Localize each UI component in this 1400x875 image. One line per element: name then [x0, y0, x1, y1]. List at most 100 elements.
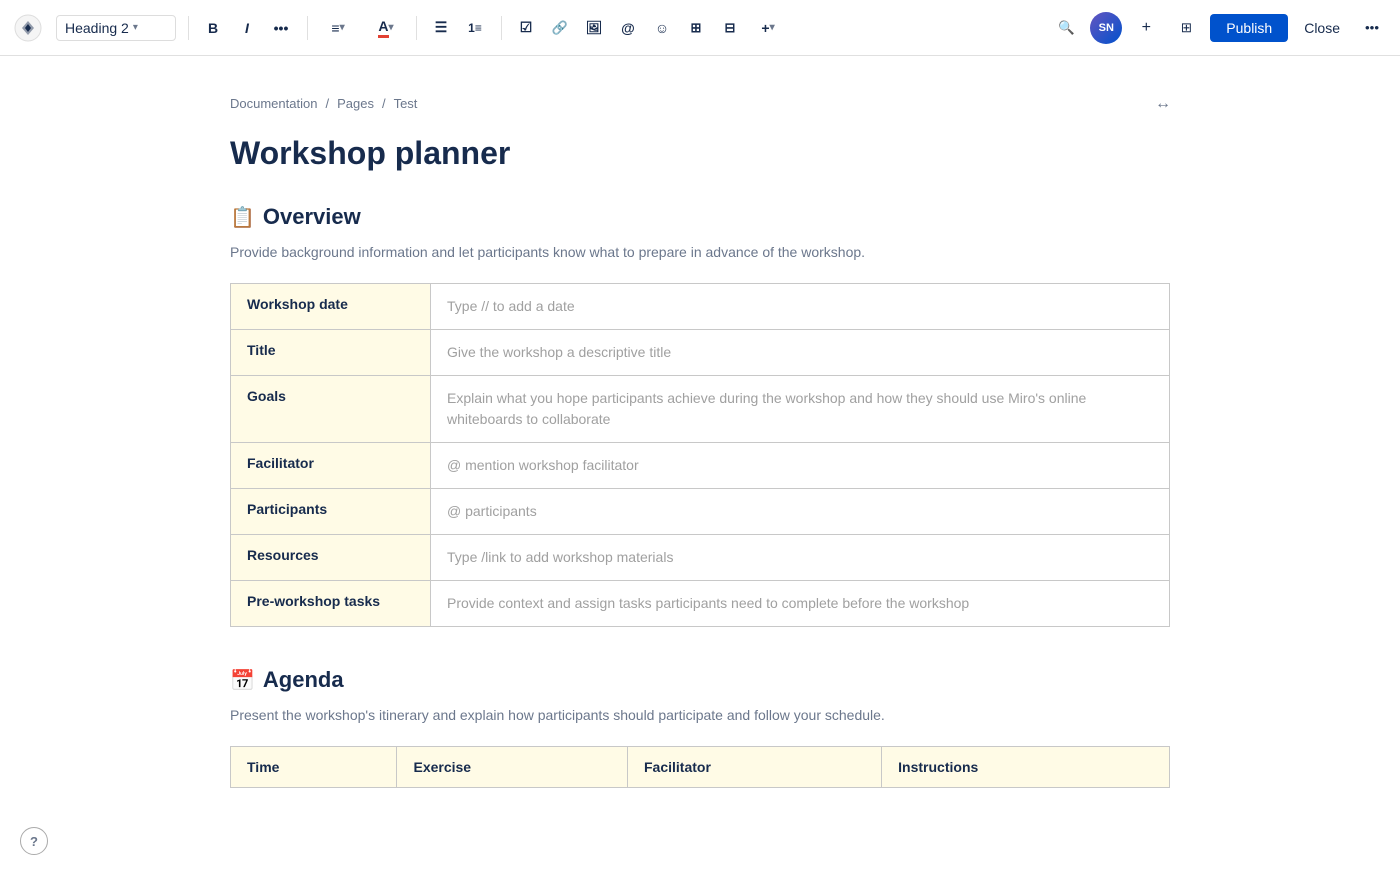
text-format-group: B I •••	[197, 12, 297, 44]
agenda-table: Time Exercise Facilitator Instructions	[230, 746, 1170, 788]
task-icon: ☑	[520, 19, 533, 36]
columns-icon: ⊟	[725, 20, 736, 36]
agenda-col-exercise: Exercise	[397, 747, 628, 788]
app-logo	[12, 12, 44, 44]
breadcrumb-sep-2: /	[382, 96, 386, 111]
table-row: Resources Type /link to add workshop mat…	[231, 535, 1170, 581]
heading-style-dropdown[interactable]: Heading 2 ▾	[56, 15, 176, 41]
table-value-preworkshop[interactable]: Provide context and assign tasks partici…	[431, 581, 1170, 627]
table-row: Workshop date Type // to add a date	[231, 284, 1170, 330]
italic-icon: I	[245, 20, 249, 36]
task-button[interactable]: ☑	[510, 12, 542, 44]
mention-icon: @	[621, 20, 635, 36]
avatar[interactable]: SN	[1090, 12, 1122, 44]
close-button[interactable]: Close	[1296, 14, 1348, 42]
insert-group: ☑ 🔗 🖼 @ ☺ ⊞ ⊟ + ▾	[510, 12, 788, 44]
add-person-icon: +	[1142, 19, 1151, 37]
agenda-table-header-row: Time Exercise Facilitator Instructions	[231, 747, 1170, 788]
image-icon: 🖼	[586, 20, 603, 36]
template-button[interactable]: ⊞	[1170, 12, 1202, 44]
page-content: Documentation / Pages / Test ↔ Workshop …	[150, 56, 1250, 868]
plus-icon: +	[761, 20, 769, 36]
numbered-list-icon: 1≡	[468, 21, 482, 35]
bullet-list-icon: ☰	[435, 19, 448, 36]
table-value-resources[interactable]: Type /link to add workshop materials	[431, 535, 1170, 581]
agenda-col-instructions: Instructions	[882, 747, 1170, 788]
toolbar-divider-3	[416, 16, 417, 40]
link-button[interactable]: 🔗	[544, 12, 576, 44]
chevron-down-icon: ▾	[133, 22, 138, 33]
expand-width-icon[interactable]: ↔	[1155, 95, 1170, 113]
more-format-icon: •••	[274, 20, 289, 36]
template-icon: ⊞	[1181, 20, 1192, 36]
table-label-participants: Participants	[231, 489, 431, 535]
search-icon: 🔍	[1058, 20, 1075, 36]
toolbar-right: 🔍 SN + ⊞ Publish Close •••	[1050, 12, 1388, 44]
toolbar-divider-4	[501, 16, 502, 40]
table-icon: ⊞	[691, 20, 702, 36]
table-value-participants[interactable]: @ participants	[431, 489, 1170, 535]
breadcrumb-documentation[interactable]: Documentation	[230, 96, 317, 111]
overview-description: Provide background information and let p…	[230, 242, 1170, 263]
table-label-workshop-date: Workshop date	[231, 284, 431, 330]
help-button[interactable]: ?	[20, 827, 48, 855]
align-icon: ≡	[331, 20, 339, 36]
link-icon: 🔗	[552, 20, 568, 36]
page-title[interactable]: Workshop planner	[230, 135, 1170, 172]
columns-button[interactable]: ⊟	[714, 12, 746, 44]
table-value-facilitator[interactable]: @ mention workshop facilitator	[431, 443, 1170, 489]
insert-more-button[interactable]: + ▾	[748, 12, 788, 44]
table-row: Pre-workshop tasks Provide context and a…	[231, 581, 1170, 627]
table-row: Title Give the workshop a descriptive ti…	[231, 330, 1170, 376]
agenda-description: Present the workshop's itinerary and exp…	[230, 705, 1170, 726]
image-button[interactable]: 🖼	[578, 12, 610, 44]
search-button[interactable]: 🔍	[1050, 12, 1082, 44]
heading-dropdown-label: Heading 2	[65, 20, 129, 36]
overview-icon: 📋	[230, 205, 255, 230]
extra-options-button[interactable]: •••	[1356, 12, 1388, 44]
table-label-goals: Goals	[231, 376, 431, 443]
toolbar: Heading 2 ▾ B I ••• ≡ ▾ A ▾ ☰ 1≡	[0, 0, 1400, 56]
emoji-icon: ☺	[655, 20, 669, 36]
align-button[interactable]: ≡ ▾	[316, 12, 360, 44]
italic-button[interactable]: I	[231, 12, 263, 44]
align-chevron-icon: ▾	[340, 22, 345, 33]
numbered-list-button[interactable]: 1≡	[459, 12, 491, 44]
table-value-workshop-date[interactable]: Type // to add a date	[431, 284, 1170, 330]
table-button[interactable]: ⊞	[680, 12, 712, 44]
toolbar-divider-2	[307, 16, 308, 40]
agenda-heading: 📅 Agenda	[230, 667, 1170, 693]
breadcrumb-test[interactable]: Test	[394, 96, 418, 111]
table-label-title: Title	[231, 330, 431, 376]
publish-button[interactable]: Publish	[1210, 14, 1288, 42]
color-text-icon: A	[378, 18, 388, 38]
more-dots-icon: •••	[1365, 20, 1379, 35]
list-group: ☰ 1≡	[425, 12, 491, 44]
bullet-list-button[interactable]: ☰	[425, 12, 457, 44]
breadcrumb: Documentation / Pages / Test ↔	[230, 96, 1170, 111]
bold-button[interactable]: B	[197, 12, 229, 44]
table-value-goals[interactable]: Explain what you hope participants achie…	[431, 376, 1170, 443]
table-row: Facilitator @ mention workshop facilitat…	[231, 443, 1170, 489]
breadcrumb-pages[interactable]: Pages	[337, 96, 374, 111]
emoji-button[interactable]: ☺	[646, 12, 678, 44]
agenda-heading-text: Agenda	[263, 667, 344, 693]
agenda-section: 📅 Agenda Present the workshop's itinerar…	[230, 667, 1170, 788]
overview-section: 📋 Overview Provide background informatio…	[230, 204, 1170, 627]
table-label-resources: Resources	[231, 535, 431, 581]
agenda-col-facilitator: Facilitator	[628, 747, 882, 788]
more-format-button[interactable]: •••	[265, 12, 297, 44]
add-collaborator-button[interactable]: +	[1130, 12, 1162, 44]
overview-heading-text: Overview	[263, 204, 361, 230]
overview-heading: 📋 Overview	[230, 204, 1170, 230]
table-label-facilitator: Facilitator	[231, 443, 431, 489]
toolbar-divider-1	[188, 16, 189, 40]
table-value-title[interactable]: Give the workshop a descriptive title	[431, 330, 1170, 376]
mention-button[interactable]: @	[612, 12, 644, 44]
help-icon: ?	[30, 834, 38, 849]
color-button[interactable]: A ▾	[364, 12, 408, 44]
insert-chevron-icon: ▾	[770, 22, 775, 33]
agenda-icon: 📅	[230, 668, 255, 693]
table-row: Goals Explain what you hope participants…	[231, 376, 1170, 443]
table-label-preworkshop: Pre-workshop tasks	[231, 581, 431, 627]
